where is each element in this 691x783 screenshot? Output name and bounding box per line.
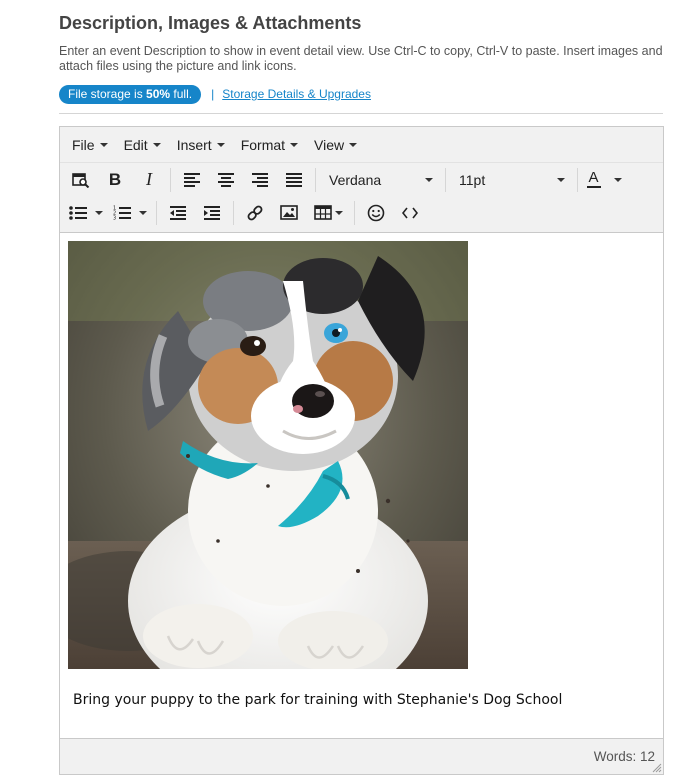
- toolbar-separator: [170, 167, 171, 192]
- menu-insert[interactable]: Insert: [169, 137, 233, 153]
- find-replace-icon: [72, 172, 90, 188]
- menu-view[interactable]: View: [306, 137, 365, 153]
- align-center-button[interactable]: [209, 166, 243, 194]
- text-color-label: A: [588, 169, 599, 186]
- menu-edit[interactable]: Edit: [116, 137, 169, 153]
- toolbar-separator: [233, 200, 234, 225]
- storage-details-link[interactable]: Storage Details & Upgrades: [222, 87, 371, 101]
- resize-handle-icon[interactable]: [652, 763, 662, 773]
- bold-icon: B: [108, 169, 122, 189]
- rich-text-editor: File Edit Insert Format View B I Verdana…: [59, 126, 664, 775]
- text-color-button[interactable]: A: [582, 166, 626, 194]
- image-icon: [280, 205, 298, 220]
- chevron-down-icon: [99, 142, 108, 147]
- align-left-icon: [184, 172, 200, 187]
- insert-link-button[interactable]: [238, 199, 272, 227]
- toolbar-row-1: B I Verdana 11pt A: [60, 163, 663, 196]
- editor-content[interactable]: Bring your puppy to the park for trainin…: [60, 233, 663, 739]
- puppy-photo[interactable]: [68, 241, 468, 669]
- align-justify-button[interactable]: [277, 166, 311, 194]
- italic-button[interactable]: I: [132, 166, 166, 194]
- emoticon-icon: [367, 204, 385, 221]
- toolbar-row-2: 1 2 3: [60, 196, 663, 229]
- insert-emoticon-button[interactable]: [359, 199, 393, 227]
- insert-table-button[interactable]: [306, 199, 350, 227]
- bold-button[interactable]: B: [98, 166, 132, 194]
- table-icon: [313, 205, 332, 220]
- storage-badge-prefix: File storage is: [68, 86, 143, 101]
- editor-toolbar: B I Verdana 11pt A 1 2 3: [60, 163, 663, 233]
- menu-format[interactable]: Format: [233, 137, 306, 153]
- word-count: Words: 12: [593, 749, 655, 764]
- editor-statusbar: Words: 12: [60, 738, 663, 774]
- chevron-down-icon: [152, 142, 161, 147]
- align-justify-icon: [286, 172, 302, 187]
- menu-file[interactable]: File: [64, 137, 116, 153]
- link-icon: [247, 205, 263, 220]
- bullet-list-button[interactable]: [64, 199, 108, 227]
- align-right-icon: [252, 172, 268, 187]
- chevron-down-icon: [334, 210, 343, 215]
- content-paragraph[interactable]: Bring your puppy to the park for trainin…: [73, 692, 562, 708]
- menu-file-label: File: [72, 136, 95, 153]
- page: Description, Images & Attachments Enter …: [0, 0, 691, 783]
- chevron-down-icon: [216, 142, 225, 147]
- outdent-button[interactable]: [161, 199, 195, 227]
- toolbar-separator: [577, 167, 578, 192]
- chevron-down-icon: [557, 177, 565, 182]
- insert-image-button[interactable]: [272, 199, 306, 227]
- outdent-icon: [170, 205, 186, 220]
- font-family-value: Verdana: [329, 171, 382, 188]
- storage-percent: 50%: [146, 86, 171, 101]
- svg-text:3: 3: [113, 216, 116, 221]
- menu-view-label: View: [314, 136, 345, 153]
- chevron-down-icon: [139, 210, 147, 215]
- toolbar-separator: [354, 200, 355, 225]
- source-code-button[interactable]: [393, 199, 427, 227]
- bullet-list-icon: [69, 205, 87, 220]
- toolbar-separator: [445, 167, 446, 192]
- align-center-icon: [218, 172, 234, 187]
- storage-row: File storage is 50% full. | Storage Deta…: [59, 84, 371, 104]
- font-size-value: 11pt: [459, 171, 486, 188]
- storage-separator: |: [211, 87, 215, 101]
- chevron-down-icon: [349, 142, 358, 147]
- align-right-button[interactable]: [243, 166, 277, 194]
- numbered-list-icon: 1 2 3: [113, 206, 131, 221]
- section-title: Description, Images & Attachments: [59, 13, 362, 33]
- storage-badge-suffix: full.: [173, 86, 193, 101]
- italic-icon: I: [146, 169, 152, 189]
- chevron-down-icon: [425, 177, 433, 182]
- menu-insert-label: Insert: [176, 136, 212, 153]
- chevron-down-icon: [613, 177, 622, 182]
- source-code-icon: [402, 207, 418, 218]
- font-size-select[interactable]: 11pt: [450, 166, 573, 194]
- text-color-swatch: [586, 186, 601, 188]
- menu-edit-label: Edit: [123, 136, 148, 153]
- text-color-icon: A: [586, 169, 601, 188]
- numbered-list-button[interactable]: 1 2 3: [108, 199, 152, 227]
- section-divider: [59, 113, 663, 114]
- section-help-text: Enter an event Description to show in ev…: [59, 44, 663, 73]
- chevron-down-icon: [290, 142, 299, 147]
- puppy-photo-art: [68, 241, 468, 669]
- editor-menubar: File Edit Insert Format View: [60, 127, 663, 163]
- menu-format-label: Format: [240, 136, 286, 153]
- toolbar-separator: [156, 200, 157, 225]
- find-replace-button[interactable]: [64, 166, 98, 194]
- chevron-down-icon: [95, 210, 103, 215]
- font-family-select[interactable]: Verdana: [320, 166, 441, 194]
- indent-button[interactable]: [195, 199, 229, 227]
- storage-badge: File storage is 50% full.: [59, 84, 202, 104]
- align-left-button[interactable]: [175, 166, 209, 194]
- indent-icon: [204, 205, 220, 220]
- toolbar-separator: [315, 167, 316, 192]
